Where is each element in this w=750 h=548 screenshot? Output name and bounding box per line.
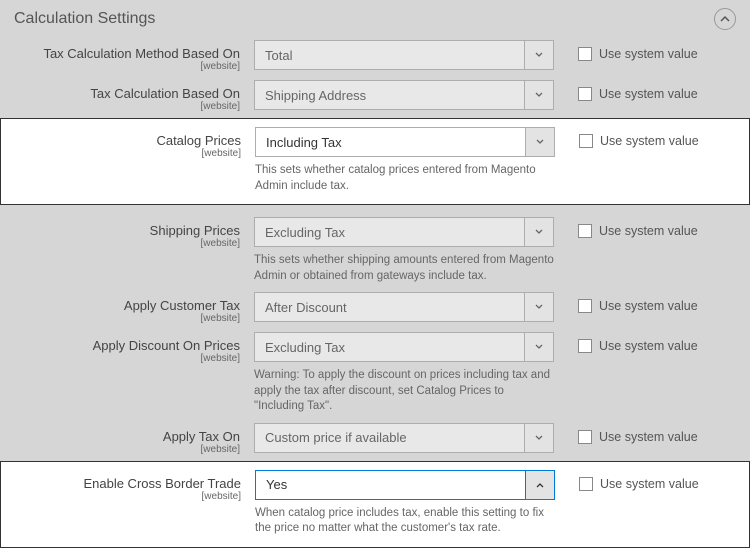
help-text: This sets whether catalog prices entered…	[255, 163, 555, 194]
scope-label: [website]	[14, 238, 240, 249]
use-system-col: Use system value	[554, 423, 698, 444]
section-title: Calculation Settings	[14, 10, 155, 28]
label-col: Tax Calculation Based On [website]	[14, 80, 254, 112]
use-system-label: Use system value	[599, 47, 698, 61]
scope-label: [website]	[14, 61, 240, 72]
use-system-label: Use system value	[599, 339, 698, 353]
row-calc-method: Tax Calculation Method Based On [website…	[0, 32, 750, 72]
label-col: Catalog Prices [website]	[15, 127, 255, 159]
row-apply-customer-tax: Apply Customer Tax [website] After Disco…	[0, 284, 750, 324]
field-label: Apply Tax On	[14, 429, 240, 444]
field-col: Shipping Address	[254, 80, 554, 110]
apply-discount-select[interactable]: Excluding Tax	[254, 332, 554, 362]
chevron-down-icon	[524, 80, 554, 110]
use-system-col: Use system value	[555, 470, 699, 491]
section-header: Calculation Settings	[0, 0, 750, 32]
apply-tax-on-select[interactable]: Custom price if available	[254, 423, 554, 453]
row-apply-discount: Apply Discount On Prices [website] Exclu…	[0, 324, 750, 415]
collapse-toggle[interactable]	[714, 8, 736, 30]
scope-label: [website]	[14, 444, 240, 455]
use-system-label: Use system value	[600, 477, 699, 491]
chevron-down-icon	[524, 40, 554, 70]
use-system-checkbox[interactable]	[578, 339, 592, 353]
field-col: Yes When catalog price includes tax, ena…	[255, 470, 555, 537]
label-col: Apply Customer Tax [website]	[14, 292, 254, 324]
row-calc-based-on: Tax Calculation Based On [website] Shipp…	[0, 72, 750, 112]
chevron-up-icon	[720, 15, 730, 23]
label-col: Enable Cross Border Trade [website]	[15, 470, 255, 502]
use-system-col: Use system value	[555, 127, 699, 148]
cross-border-select[interactable]: Yes	[255, 470, 555, 500]
label-col: Shipping Prices [website]	[14, 217, 254, 249]
label-col: Tax Calculation Method Based On [website…	[14, 40, 254, 72]
select-value: Custom price if available	[254, 423, 524, 453]
use-system-label: Use system value	[599, 224, 698, 238]
use-system-checkbox[interactable]	[578, 299, 592, 313]
use-system-label: Use system value	[599, 299, 698, 313]
scope-label: [website]	[14, 313, 240, 324]
calc-based-on-select[interactable]: Shipping Address	[254, 80, 554, 110]
use-system-col: Use system value	[554, 217, 698, 238]
help-text: This sets whether shipping amounts enter…	[254, 253, 554, 284]
chevron-down-icon	[524, 423, 554, 453]
field-label: Apply Customer Tax	[14, 298, 240, 313]
field-col: Total	[254, 40, 554, 70]
select-value: Total	[254, 40, 524, 70]
scope-label: [website]	[15, 148, 241, 159]
select-value: Shipping Address	[254, 80, 524, 110]
field-label: Enable Cross Border Trade	[15, 476, 241, 491]
scope-label: [website]	[14, 101, 240, 112]
select-value: Including Tax	[255, 127, 525, 157]
use-system-checkbox[interactable]	[578, 430, 592, 444]
row-catalog-prices: Catalog Prices [website] Including Tax T…	[0, 118, 750, 205]
help-text: When catalog price includes tax, enable …	[255, 506, 555, 537]
chevron-down-icon	[525, 127, 555, 157]
field-label: Tax Calculation Based On	[14, 86, 240, 101]
use-system-checkbox[interactable]	[578, 87, 592, 101]
select-value: Excluding Tax	[254, 217, 524, 247]
field-col: Including Tax This sets whether catalog …	[255, 127, 555, 194]
field-label: Catalog Prices	[15, 133, 241, 148]
scope-label: [website]	[14, 353, 240, 364]
scope-label: [website]	[15, 491, 241, 502]
field-label: Tax Calculation Method Based On	[14, 46, 240, 61]
use-system-checkbox[interactable]	[578, 224, 592, 238]
apply-customer-tax-select[interactable]: After Discount	[254, 292, 554, 322]
select-value: Yes	[255, 470, 525, 500]
field-label: Shipping Prices	[14, 223, 240, 238]
catalog-prices-select[interactable]: Including Tax	[255, 127, 555, 157]
use-system-label: Use system value	[599, 87, 698, 101]
use-system-label: Use system value	[599, 430, 698, 444]
select-value: After Discount	[254, 292, 524, 322]
use-system-col: Use system value	[554, 332, 698, 353]
row-shipping-prices: Shipping Prices [website] Excluding Tax …	[0, 207, 750, 284]
select-value: Excluding Tax	[254, 332, 524, 362]
chevron-down-icon	[524, 217, 554, 247]
use-system-checkbox[interactable]	[579, 477, 593, 491]
use-system-col: Use system value	[554, 292, 698, 313]
calc-method-select[interactable]: Total	[254, 40, 554, 70]
field-col: After Discount	[254, 292, 554, 322]
field-label: Apply Discount On Prices	[14, 338, 240, 353]
chevron-down-icon	[524, 292, 554, 322]
field-col: Custom price if available	[254, 423, 554, 453]
help-text: Warning: To apply the discount on prices…	[254, 368, 554, 415]
field-col: Excluding Tax This sets whether shipping…	[254, 217, 554, 284]
shipping-prices-select[interactable]: Excluding Tax	[254, 217, 554, 247]
field-col: Excluding Tax Warning: To apply the disc…	[254, 332, 554, 415]
use-system-col: Use system value	[554, 40, 698, 61]
use-system-col: Use system value	[554, 80, 698, 101]
chevron-down-icon	[524, 332, 554, 362]
chevron-up-icon	[525, 470, 555, 500]
use-system-checkbox[interactable]	[579, 134, 593, 148]
use-system-label: Use system value	[600, 134, 699, 148]
label-col: Apply Discount On Prices [website]	[14, 332, 254, 364]
use-system-checkbox[interactable]	[578, 47, 592, 61]
label-col: Apply Tax On [website]	[14, 423, 254, 455]
row-apply-tax-on: Apply Tax On [website] Custom price if a…	[0, 415, 750, 455]
